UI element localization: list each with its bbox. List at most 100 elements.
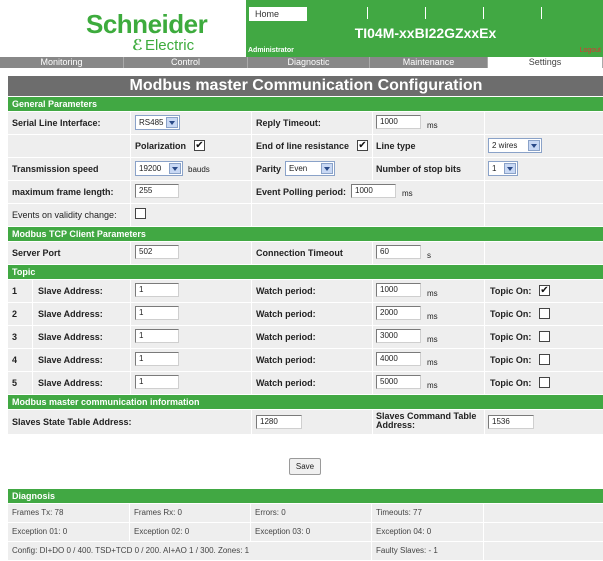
tab-separator	[367, 7, 368, 19]
config-form: Modbus master Communication Configuratio…	[8, 74, 603, 434]
slave-address-label: Slave Address:	[38, 355, 103, 365]
user-name: Administrator	[248, 47, 294, 54]
topic-on-checkbox[interactable]	[539, 377, 550, 388]
eol-checkbox[interactable]: ✔	[357, 140, 368, 151]
slave-address-label: Slave Address:	[38, 309, 103, 319]
topic-number: 2	[12, 309, 18, 319]
cmd-table-input[interactable]: 1536	[488, 415, 534, 429]
nav-settings[interactable]: Settings	[488, 57, 603, 68]
tab-separator	[483, 7, 484, 19]
watch-period-input[interactable]: 4000	[376, 352, 421, 366]
reply-unit: ms	[427, 121, 438, 130]
topic-row: 5 Slave Address: 1 Watch period: 5000 ms Topic…	[8, 372, 603, 394]
watch-period-input[interactable]: 1000	[376, 283, 421, 297]
polling-input[interactable]: 1000	[351, 184, 396, 198]
watch-period-label: Watch period:	[256, 378, 316, 388]
topic-number: 1	[12, 286, 18, 296]
logout-link[interactable]: Logout	[580, 47, 601, 54]
chevron-down-icon	[504, 163, 516, 174]
chevron-down-icon	[528, 140, 540, 151]
topic-on-label: Topic On:	[490, 286, 532, 296]
topic-on-label: Topic On:	[490, 332, 532, 342]
topic-on-checkbox[interactable]: ✔	[539, 285, 550, 296]
save-button[interactable]: Save	[289, 458, 321, 475]
errors: Errors: 0	[251, 504, 372, 522]
watch-unit: ms	[427, 335, 438, 344]
exception-01: Exception 01: 0	[8, 523, 130, 541]
conn-timeout-input[interactable]: 60	[376, 245, 421, 259]
linetype-label: Line type	[376, 141, 416, 151]
serial-select[interactable]: RS485	[135, 115, 180, 130]
topic-on-checkbox[interactable]	[539, 354, 550, 365]
polling-unit: ms	[402, 189, 413, 198]
slave-address-input[interactable]: 1	[135, 329, 179, 343]
polarization-label: Polarization	[135, 141, 187, 151]
slave-address-label: Slave Address:	[38, 378, 103, 388]
slave-address-label: Slave Address:	[38, 332, 103, 342]
nav-monitoring[interactable]: Monitoring	[0, 57, 124, 68]
topic-number: 5	[12, 378, 18, 388]
eol-label: End of line resistance	[256, 141, 350, 151]
chevron-down-icon	[321, 163, 333, 174]
slave-address-input[interactable]: 1	[135, 283, 179, 297]
topic-on-label: Topic On:	[490, 355, 532, 365]
events-checkbox[interactable]	[135, 208, 146, 219]
chevron-down-icon	[166, 117, 178, 128]
state-table-input[interactable]: 1280	[256, 415, 302, 429]
framelen-input[interactable]: 255	[135, 184, 179, 198]
topic-on-checkbox[interactable]	[539, 331, 550, 342]
nav-maintenance[interactable]: Maintenance	[370, 57, 488, 68]
reply-timeout-input[interactable]: 1000	[376, 115, 421, 129]
nav-control[interactable]: Control	[124, 57, 248, 68]
slave-address-input[interactable]: 1	[135, 352, 179, 366]
framelen-label: maximum frame length:	[12, 187, 114, 197]
slave-address-input[interactable]: 1	[135, 306, 179, 320]
conn-timeout-label: Connection Timeout	[256, 248, 343, 258]
row-speed: Transmission speed 19200 bauds Parity Ev…	[8, 158, 603, 180]
parity-select[interactable]: Even	[285, 161, 335, 176]
watch-period-input[interactable]: 3000	[376, 329, 421, 343]
conn-timeout-unit: s	[427, 251, 431, 260]
page-header: Schneider ℰ Electric Home TI04M-xxBI22GZx…	[0, 0, 603, 68]
home-tab[interactable]: Home	[249, 7, 307, 21]
row-info: Slaves State Table Address: 1280 Slaves …	[8, 410, 603, 434]
speed-select[interactable]: 19200	[135, 161, 183, 176]
speed-unit: bauds	[188, 165, 210, 174]
row-framelen: maximum frame length: 255 Event Polling …	[8, 181, 603, 203]
chevron-down-icon	[169, 163, 181, 174]
brand-sub: ℰ Electric	[132, 37, 195, 54]
topic-table: 1 Slave Address: 1 Watch period: 1000 ms Topic…	[8, 280, 603, 394]
topic-row: 2 Slave Address: 1 Watch period: 2000 ms Topic…	[8, 303, 603, 325]
section-topic: Topic	[8, 265, 603, 279]
timeouts: Timeouts: 77	[372, 504, 484, 522]
linetype-select[interactable]: 2 wires	[488, 138, 542, 153]
page-title: Modbus master Communication Configuratio…	[8, 76, 603, 96]
topic-row: 3 Slave Address: 1 Watch period: 3000 ms Topic…	[8, 326, 603, 348]
watch-unit: ms	[427, 312, 438, 321]
watch-period-input[interactable]: 2000	[376, 306, 421, 320]
frames-rx: Frames Rx: 0	[130, 504, 251, 522]
topic-on-checkbox[interactable]	[539, 308, 550, 319]
diag-row: Exception 01: 0 Exception 02: 0 Exceptio…	[8, 523, 603, 541]
slave-address-input[interactable]: 1	[135, 375, 179, 389]
faulty-slaves: Faulty Slaves: - 1	[372, 542, 484, 560]
watch-unit: ms	[427, 358, 438, 367]
port-input[interactable]: 502	[135, 245, 179, 259]
topic-row: 4 Slave Address: 1 Watch period: 4000 ms Topic…	[8, 349, 603, 371]
topic-number: 3	[12, 332, 18, 342]
polarization-checkbox[interactable]: ✔	[194, 140, 205, 151]
port-label: Server Port	[12, 248, 61, 258]
topic-on-label: Topic On:	[490, 378, 532, 388]
parity-label: Parity	[256, 164, 282, 174]
nav-diagnostic[interactable]: Diagnostic	[248, 57, 370, 68]
watch-period-label: Watch period:	[256, 355, 316, 365]
stopbits-select[interactable]: 1	[488, 161, 518, 176]
stopbits-label: Number of stop bits	[376, 164, 461, 174]
watch-period-label: Watch period:	[256, 309, 316, 319]
row-serial: Serial Line Interface: RS485 Reply Timeo…	[8, 112, 603, 134]
topic-on-label: Topic On:	[490, 309, 532, 319]
row-tcp: Server Port 502 Connection Timeout 60 s	[8, 242, 603, 264]
watch-period-input[interactable]: 5000	[376, 375, 421, 389]
speed-label: Transmission speed	[12, 164, 99, 174]
events-label: Events on validity change:	[12, 210, 117, 220]
